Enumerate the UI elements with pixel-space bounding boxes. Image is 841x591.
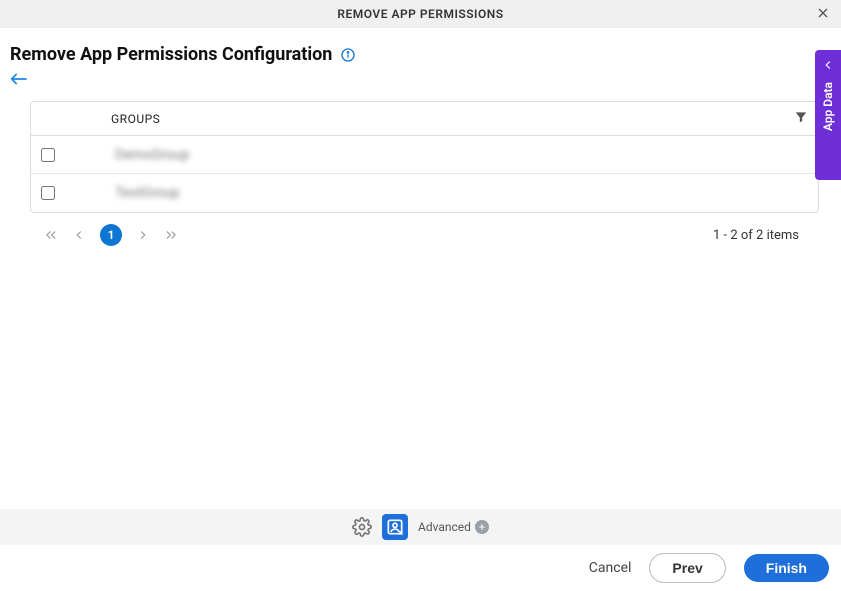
groups-table: GROUPS DemoGroup TestGroup [30, 101, 819, 213]
section-header: Remove App Permissions Configuration [0, 28, 841, 71]
item-count: 1 - 2 of 2 items [713, 228, 809, 243]
table-row: DemoGroup [31, 136, 818, 174]
advanced-toggle[interactable]: Advanced + [418, 520, 489, 534]
prev-page-icon[interactable] [72, 228, 86, 242]
row-checkbox[interactable] [41, 148, 55, 162]
page-number[interactable]: 1 [100, 224, 122, 246]
chevron-left-icon [821, 58, 835, 72]
row-label: DemoGroup [115, 147, 190, 163]
dialog-title: REMOVE APP PERMISSIONS [337, 7, 503, 21]
plus-icon: + [475, 520, 489, 534]
cancel-button[interactable]: Cancel [589, 560, 632, 576]
row-checkbox[interactable] [41, 186, 55, 200]
last-page-icon[interactable] [164, 228, 178, 242]
table-header: GROUPS [31, 102, 818, 136]
page-title: Remove App Permissions Configuration [10, 44, 332, 65]
close-icon[interactable] [815, 5, 831, 25]
filter-icon[interactable] [794, 109, 808, 128]
gear-icon[interactable] [352, 517, 372, 537]
info-icon[interactable] [340, 47, 356, 63]
first-page-icon[interactable] [44, 228, 58, 242]
bottom-toolbar: Advanced + [0, 509, 841, 545]
profile-tool-icon[interactable] [382, 514, 408, 540]
advanced-label: Advanced [418, 520, 471, 534]
finish-button[interactable]: Finish [744, 554, 829, 582]
table-row: TestGroup [31, 174, 818, 212]
next-page-icon[interactable] [136, 228, 150, 242]
dialog-header: REMOVE APP PERMISSIONS [0, 0, 841, 28]
row-label: TestGroup [115, 185, 180, 201]
footer-actions: Cancel Prev Finish [589, 553, 829, 583]
prev-button[interactable]: Prev [649, 553, 725, 583]
app-data-label: App Data [821, 82, 835, 131]
pagination: 1 1 - 2 of 2 items [30, 213, 819, 257]
app-data-tab[interactable]: App Data [815, 50, 841, 180]
column-header-groups: GROUPS [31, 112, 160, 126]
back-arrow-icon[interactable] [0, 71, 40, 95]
